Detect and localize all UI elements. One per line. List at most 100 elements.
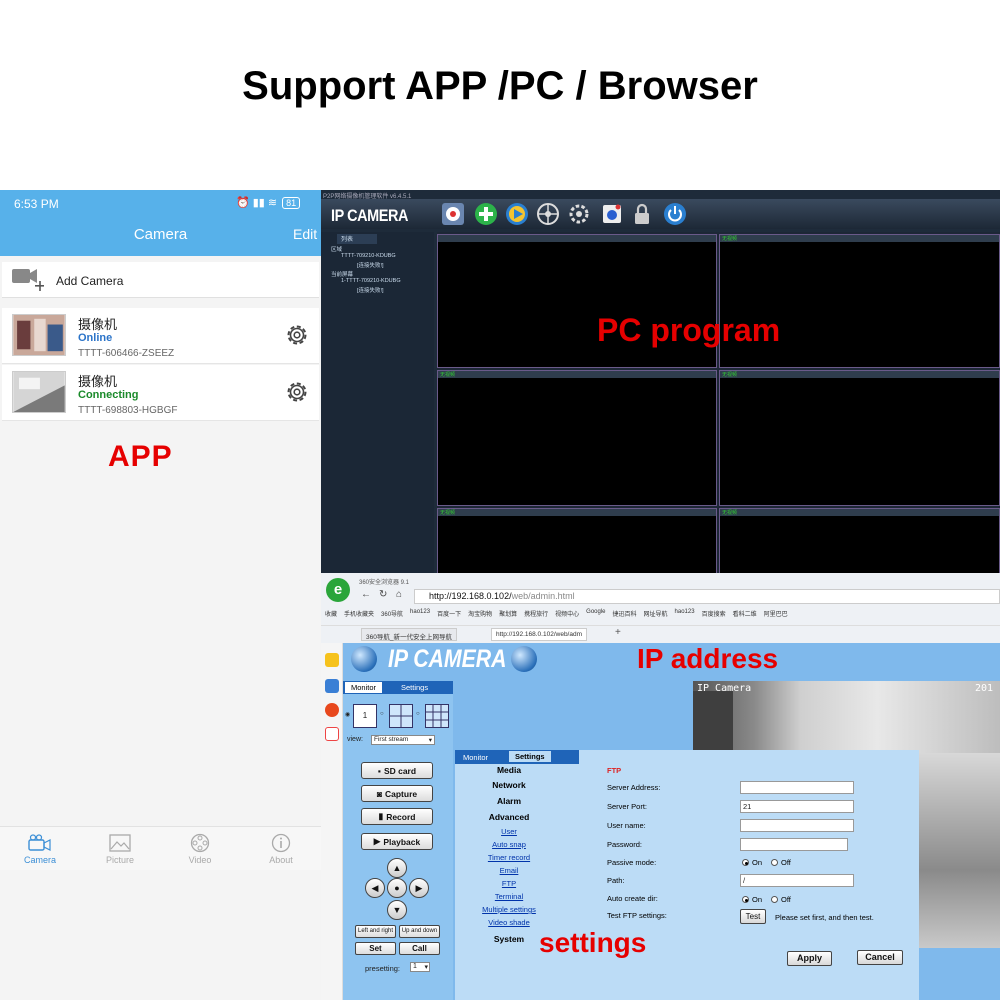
radio-on[interactable] (742, 896, 749, 903)
server-port-input[interactable]: 21 (740, 800, 854, 813)
menu-alarm[interactable]: Alarm (455, 796, 563, 806)
bookmark[interactable]: 淘宝购物 (468, 609, 492, 618)
record-button[interactable]: ▮ Record (361, 808, 433, 825)
nav-about[interactable]: About (246, 831, 316, 865)
bookmark[interactable]: 手机收藏夹 (344, 609, 374, 618)
radio-off[interactable] (771, 896, 779, 903)
menu-link-auto-snap[interactable]: Auto snap (455, 840, 563, 849)
camera-list-item[interactable]: 摄像机 Online TTTT-606466-ZSEEZ (2, 308, 319, 364)
menu-link-timer-record[interactable]: Timer record (455, 853, 563, 862)
radio-off[interactable] (771, 859, 779, 866)
video-cell[interactable]: 无视频 (437, 508, 717, 573)
password-input[interactable] (740, 838, 848, 851)
bookmark[interactable]: 收藏 (325, 609, 337, 618)
record-icon[interactable] (600, 202, 624, 226)
new-tab-icon[interactable]: + (615, 627, 621, 638)
lock-icon[interactable] (630, 202, 654, 226)
bookmark[interactable]: 百度搜索 (702, 609, 726, 618)
home-icon[interactable]: ⌂ (396, 589, 402, 600)
bookmark[interactable]: 360导航 (381, 609, 403, 618)
mail-icon[interactable] (325, 727, 339, 741)
menu-link-terminal[interactable]: Terminal (455, 892, 563, 901)
gear-icon[interactable] (284, 322, 310, 348)
menu-link-user[interactable]: User (455, 827, 563, 836)
nav-camera[interactable]: Camera (5, 831, 75, 865)
user-name-input[interactable] (740, 819, 854, 832)
radio-on[interactable] (742, 859, 749, 866)
radio-icon[interactable]: ○ (416, 711, 420, 717)
notes-icon[interactable] (325, 679, 339, 693)
server-address-input[interactable] (740, 781, 854, 794)
single-view-icon[interactable]: 1 (353, 704, 377, 728)
favorites-icon[interactable] (325, 653, 339, 667)
camera-search-icon[interactable] (441, 202, 465, 226)
up-down-button[interactable]: Up and down (399, 925, 440, 938)
presetting-select[interactable]: 1 ▾ (410, 962, 430, 972)
sd-card-button[interactable]: ▪ SD card (361, 762, 433, 779)
ptz-up-button[interactable]: ▲ (387, 858, 407, 878)
radio-icon[interactable]: ◉ (345, 711, 350, 718)
address-bar[interactable]: http://192.168.0.102/web/admin.html (414, 589, 1000, 604)
bookmark[interactable]: 阿里巴巴 (764, 609, 788, 618)
playback-button[interactable]: ▶ Playback (361, 833, 433, 850)
menu-link-email[interactable]: Email (455, 866, 563, 875)
bookmark[interactable]: 网址导航 (644, 609, 668, 618)
radio-icon[interactable]: ○ (380, 711, 384, 717)
power-icon[interactable] (663, 202, 687, 226)
tab-settings[interactable]: Settings (395, 682, 434, 693)
bookmark[interactable]: hao123 (410, 609, 430, 618)
camera-live-view[interactable]: IP Camera 201 (693, 681, 1000, 753)
menu-network[interactable]: Network (455, 780, 563, 790)
ptz-right-button[interactable]: ▶ (409, 878, 429, 898)
edit-button[interactable]: Edit (293, 226, 317, 242)
ptz-left-button[interactable]: ◀ (365, 878, 385, 898)
path-input[interactable]: / (740, 874, 854, 887)
refresh-icon[interactable]: ↻ (379, 589, 387, 600)
bookmark[interactable]: 看科二维 (733, 609, 757, 618)
bookmark[interactable]: 携程旅行 (524, 609, 548, 618)
tab-settings[interactable]: Settings (509, 751, 551, 762)
bookmark[interactable]: 捷迅百科 (613, 609, 637, 618)
capture-button[interactable]: ◙ Capture (361, 785, 433, 802)
browser-tab[interactable]: 360导航_新一代安全上网导航 (361, 628, 457, 641)
nav-picture[interactable]: Picture (85, 831, 155, 865)
bookmark[interactable]: 聚划算 (499, 609, 517, 618)
tree-item[interactable]: 1-TTTT-709210-KDUBG (341, 278, 401, 284)
menu-advanced[interactable]: Advanced (455, 812, 563, 822)
add-camera-button[interactable]: Add Camera (2, 262, 319, 298)
bookmark[interactable]: 百度一下 (437, 609, 461, 618)
view-select[interactable]: First stream ▾ (371, 735, 435, 745)
browser-tab-active[interactable]: http://192.168.0.102/web/adm (491, 628, 588, 641)
tab-monitor[interactable]: Monitor (457, 752, 494, 763)
menu-link-multiple-settings[interactable]: Multiple settings (455, 905, 563, 914)
add-icon[interactable] (474, 202, 498, 226)
video-cell[interactable]: 无视频 (437, 370, 717, 506)
bookmark[interactable]: 视频中心 (555, 609, 579, 618)
weibo-icon[interactable] (325, 703, 339, 717)
menu-link-video-shade[interactable]: Video shade (455, 918, 563, 927)
nine-view-icon[interactable] (425, 704, 449, 728)
gear-icon[interactable] (284, 379, 310, 405)
quad-view-icon[interactable] (389, 704, 413, 728)
tree-item[interactable]: 区域 (331, 245, 342, 253)
call-button[interactable]: Call (399, 942, 440, 955)
test-button[interactable]: Test (740, 909, 766, 924)
tab-monitor[interactable]: Monitor (345, 682, 383, 693)
cancel-button[interactable]: Cancel (857, 950, 903, 965)
left-right-button[interactable]: Left and right (355, 925, 396, 938)
list-tab[interactable]: 列表 (337, 234, 377, 244)
ptz-center-button[interactable]: ● (387, 878, 407, 898)
nav-video[interactable]: Video (165, 831, 235, 865)
video-cell[interactable]: 无视频 (719, 508, 1000, 573)
ptz-down-button[interactable]: ▼ (387, 900, 407, 920)
play-icon[interactable] (505, 202, 529, 226)
gear-icon[interactable] (567, 202, 591, 226)
tree-item[interactable]: TTTT-709210-KDUBG (341, 253, 396, 259)
video-cell[interactable]: 无视频 (719, 370, 1000, 506)
menu-media[interactable]: Media (455, 765, 563, 775)
set-button[interactable]: Set (355, 942, 396, 955)
bookmark[interactable]: Google (586, 609, 605, 618)
ptz-icon[interactable] (536, 202, 560, 226)
apply-button[interactable]: Apply (787, 951, 832, 966)
bookmark[interactable]: hao123 (675, 609, 695, 618)
